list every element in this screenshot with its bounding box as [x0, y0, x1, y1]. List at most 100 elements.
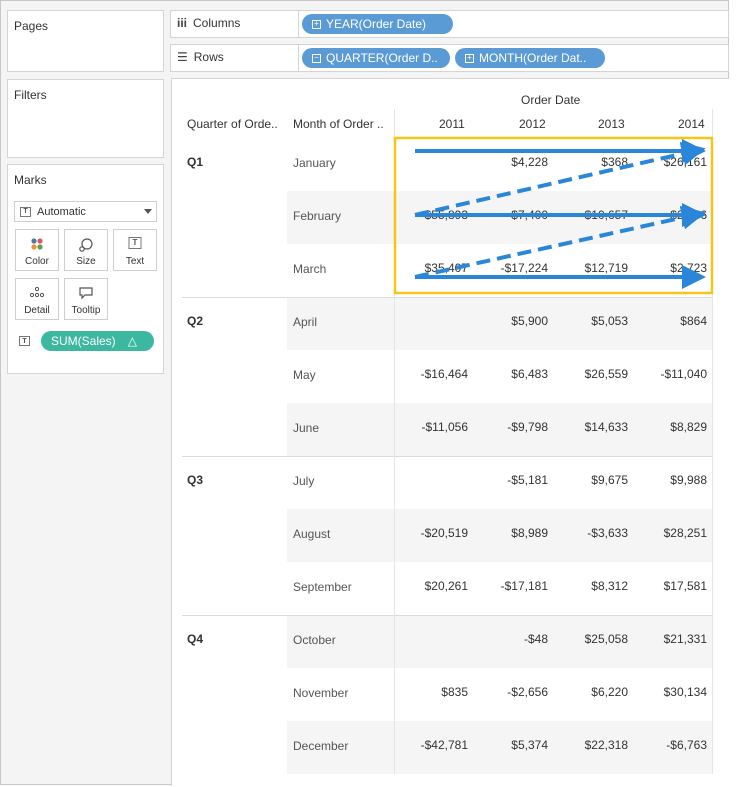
sales-cell[interactable]: -$9,798: [473, 420, 548, 434]
quarter-order-date-pill[interactable]: − QUARTER(Order D..: [302, 48, 450, 68]
pages-title: Pages: [14, 19, 49, 33]
sales-cell[interactable]: $2,596: [632, 208, 707, 222]
sales-cell[interactable]: $35,407: [393, 261, 468, 275]
sales-cell[interactable]: -$5,181: [473, 473, 548, 487]
year-pill-label: YEAR(Order Date): [326, 17, 427, 31]
sales-cell[interactable]: $4,228: [473, 155, 548, 169]
expand-icon[interactable]: +: [465, 53, 474, 63]
month-label[interactable]: March: [293, 262, 326, 276]
year-order-date-pill[interactable]: + YEAR(Order Date): [302, 14, 453, 34]
year-header-2011[interactable]: 2011: [439, 117, 465, 131]
tooltip-icon: [79, 287, 93, 300]
sales-cell[interactable]: $6,483: [473, 367, 548, 381]
sales-cell[interactable]: $14,633: [553, 420, 628, 434]
expand-icon[interactable]: +: [312, 19, 321, 29]
month-pill-label: MONTH(Order Dat..: [479, 51, 587, 65]
quarter-divider: [182, 615, 712, 616]
year-header-2014[interactable]: 2014: [678, 117, 705, 131]
size-button[interactable]: Size: [64, 229, 108, 271]
sales-cell[interactable]: $30,134: [632, 685, 707, 699]
sales-cell[interactable]: -$11,040: [632, 367, 707, 381]
month-label[interactable]: February: [293, 209, 341, 223]
year-header-2013[interactable]: 2013: [598, 117, 625, 131]
month-label[interactable]: October: [293, 633, 336, 647]
month-label[interactable]: May: [293, 368, 316, 382]
collapse-icon[interactable]: −: [312, 53, 321, 63]
table-calc-delta-icon: △: [127, 334, 137, 348]
sales-cell[interactable]: $20,261: [393, 579, 468, 593]
mark-type-dropdown[interactable]: T Automatic: [14, 201, 157, 222]
sales-cell[interactable]: $55,893: [393, 208, 468, 222]
quarter-label[interactable]: Q3: [187, 473, 203, 487]
sales-cell[interactable]: $835: [393, 685, 468, 699]
month-label[interactable]: June: [293, 421, 319, 435]
sales-cell[interactable]: $22,318: [553, 738, 628, 752]
sales-cell[interactable]: $25,058: [553, 632, 628, 646]
color-button-label: Color: [25, 256, 49, 267]
filters-card[interactable]: Filters: [7, 79, 164, 158]
quarter-label[interactable]: Q2: [187, 314, 203, 328]
text-encoding-icon: T: [19, 336, 30, 346]
quarter-label[interactable]: Q4: [187, 632, 203, 646]
sales-cell[interactable]: $368: [553, 155, 628, 169]
row-header-month[interactable]: Month of Order ..: [293, 117, 384, 131]
sales-cell[interactable]: $6,220: [553, 685, 628, 699]
pages-card[interactable]: Pages: [7, 10, 164, 72]
sales-cell[interactable]: $5,053: [553, 314, 628, 328]
sales-cell[interactable]: -$11,056: [393, 420, 468, 434]
sales-cell[interactable]: $10,657: [553, 208, 628, 222]
text-button-label: Text: [125, 256, 145, 267]
year-header-2012[interactable]: 2012: [519, 117, 546, 131]
sales-cell[interactable]: -$6,763: [632, 738, 707, 752]
color-button[interactable]: Color: [15, 229, 59, 271]
quarter-label[interactable]: Q1: [187, 155, 203, 169]
crosstab-view[interactable]: Order Date Quarter of Orde.. Month of Or…: [171, 78, 729, 786]
sales-cell[interactable]: -$2,656: [473, 685, 548, 699]
sales-cell[interactable]: $26,161: [632, 155, 707, 169]
sales-cell[interactable]: $28,251: [632, 526, 707, 540]
filters-title: Filters: [14, 88, 47, 102]
order-date-header: Order Date: [521, 93, 581, 107]
sales-cell[interactable]: $2,723: [632, 261, 707, 275]
sales-cell[interactable]: -$42,781: [393, 738, 468, 752]
columns-shelf[interactable]: + YEAR(Order Date): [298, 10, 729, 38]
sales-cell[interactable]: $8,989: [473, 526, 548, 540]
columns-label-text: Columns: [193, 16, 241, 30]
month-label[interactable]: December: [293, 739, 348, 753]
sales-cell[interactable]: $9,988: [632, 473, 707, 487]
month-label[interactable]: July: [293, 474, 314, 488]
detail-button[interactable]: Detail: [15, 278, 59, 320]
tooltip-button[interactable]: Tooltip: [64, 278, 108, 320]
sales-cell[interactable]: $5,374: [473, 738, 548, 752]
sales-cell[interactable]: $9,675: [553, 473, 628, 487]
right-divider: [712, 109, 713, 774]
sales-cell[interactable]: $8,312: [553, 579, 628, 593]
rows-shelf[interactable]: − QUARTER(Order D.. + MONTH(Order Dat..: [298, 44, 729, 72]
sum-sales-label: SUM(Sales): [51, 334, 116, 348]
month-order-date-pill[interactable]: + MONTH(Order Dat..: [455, 48, 605, 68]
month-label[interactable]: January: [293, 156, 336, 170]
sales-cell[interactable]: -$20,519: [393, 526, 468, 540]
month-label[interactable]: November: [293, 686, 348, 700]
sales-cell[interactable]: -$16,464: [393, 367, 468, 381]
sales-cell[interactable]: -$17,181: [473, 579, 548, 593]
sales-cell[interactable]: $8,829: [632, 420, 707, 434]
sales-cell[interactable]: $26,559: [553, 367, 628, 381]
sales-cell[interactable]: $12,719: [553, 261, 628, 275]
row-header-quarter[interactable]: Quarter of Orde..: [187, 117, 278, 131]
sales-cell[interactable]: -$17,224: [473, 261, 548, 275]
month-label[interactable]: August: [293, 527, 330, 541]
chevron-down-icon[interactable]: [144, 209, 152, 214]
sales-cell[interactable]: $21,331: [632, 632, 707, 646]
sum-sales-pill[interactable]: SUM(Sales) △: [41, 331, 154, 351]
month-label[interactable]: September: [293, 580, 352, 594]
text-button[interactable]: T Text: [113, 229, 157, 271]
sales-cell[interactable]: -$3,633: [553, 526, 628, 540]
month-label[interactable]: April: [293, 315, 317, 329]
sales-cell[interactable]: $7,400: [473, 208, 548, 222]
size-icon: [79, 238, 93, 252]
sales-cell[interactable]: $5,900: [473, 314, 548, 328]
sales-cell[interactable]: $864: [632, 314, 707, 328]
sales-cell[interactable]: -$48: [473, 632, 548, 646]
sales-cell[interactable]: $17,581: [632, 579, 707, 593]
